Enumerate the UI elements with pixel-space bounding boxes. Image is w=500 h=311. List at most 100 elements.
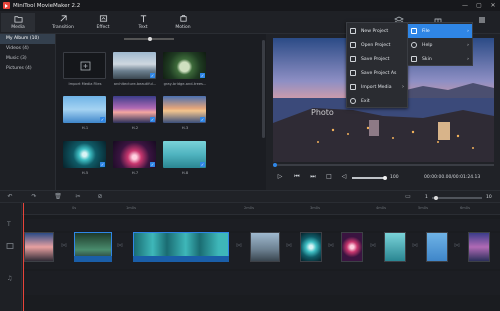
motion-icon	[179, 14, 187, 22]
ruler-tick: 6m0s	[460, 206, 470, 210]
timeline-tracks	[22, 215, 500, 311]
thumbnail-zoom-handle[interactable]	[148, 36, 152, 41]
close-button[interactable]: ✕	[486, 0, 500, 11]
media-thumb-h5[interactable]: ✓	[63, 141, 106, 168]
sidebar-item-videos[interactable]: Videos (4)	[0, 44, 55, 54]
submenu-skin[interactable]: Skin ›	[408, 52, 472, 66]
menu-import-media[interactable]: Import Media ›	[347, 81, 407, 93]
media-thumb-h1[interactable]: ✓	[63, 96, 106, 123]
selected-check-icon[interactable]: ✓	[200, 73, 205, 78]
media-caption: H-2	[131, 126, 139, 130]
media-caption: Import Media Files	[68, 82, 102, 86]
timeline-clip[interactable]	[426, 232, 448, 262]
media-thumb-gray-bridge[interactable]: ✓	[163, 52, 206, 79]
media-caption: H-7	[131, 171, 139, 175]
selected-check-icon[interactable]: ✓	[150, 117, 155, 122]
timeline-zoom-min: 1	[425, 195, 428, 200]
text-track[interactable]	[22, 219, 500, 231]
preview-progress-handle[interactable]	[273, 163, 277, 167]
media-thumb-h8[interactable]: ✓	[163, 141, 206, 168]
transition-slot-icon[interactable]: ⋈	[60, 242, 68, 252]
transition-slot-icon[interactable]: ⋈	[235, 242, 243, 252]
tab-effect[interactable]: Effect	[86, 13, 120, 32]
menu-icon[interactable]	[478, 16, 486, 24]
clip-duration-bar	[133, 256, 229, 262]
ruler-tick: 5m0s	[418, 206, 428, 210]
sidebar-item-music[interactable]: Music (3)	[0, 54, 55, 64]
chevron-right-icon: ›	[467, 56, 469, 62]
settings-submenu: File › Help › Skin ›	[407, 22, 473, 66]
timeline-zoom-max: 10	[486, 195, 492, 200]
selected-check-icon[interactable]: ✓	[150, 73, 155, 78]
preview-progress-track[interactable]	[273, 164, 494, 166]
transition-icon	[60, 15, 67, 22]
tab-text[interactable]: Text	[126, 13, 160, 32]
split-icon[interactable]: ✂	[74, 193, 82, 201]
timeline-clip[interactable]	[300, 232, 322, 262]
transition-slot-icon[interactable]: ⋈	[453, 242, 461, 252]
stop-icon[interactable]: □	[325, 173, 333, 181]
ruler-tick: 2m0s	[244, 206, 254, 210]
undo-icon[interactable]: ↶	[6, 193, 14, 201]
timeline-clip[interactable]	[384, 232, 406, 262]
selected-check-icon[interactable]: ✓	[150, 162, 155, 167]
redo-icon[interactable]: ↷	[30, 193, 38, 201]
tab-effect-label: Effect	[96, 25, 110, 30]
timeline-clip[interactable]	[468, 232, 490, 262]
media-thumb-h7[interactable]: ✓	[113, 141, 156, 168]
selected-check-icon[interactable]: ✓	[100, 162, 105, 167]
volume-handle[interactable]	[383, 175, 387, 180]
transition-slot-icon[interactable]: ⋈	[327, 242, 335, 252]
menu-save-project[interactable]: Save Project	[347, 53, 407, 65]
submenu-help[interactable]: Help ›	[408, 38, 472, 52]
media-scrollbar[interactable]	[262, 40, 265, 138]
selected-check-icon[interactable]: ✓	[100, 117, 105, 122]
timeline-toolbar: ↶ ↷ 🗑 ✂ ⊘ ▭ 1 10	[0, 190, 500, 203]
tab-media[interactable]: Media	[1, 13, 35, 32]
import-folder-icon	[80, 61, 91, 71]
tab-motion-label: Motion	[175, 25, 191, 30]
selected-check-icon[interactable]: ✓	[200, 162, 205, 167]
menu-exit[interactable]: Exit	[347, 95, 407, 107]
delete-icon[interactable]: 🗑	[54, 193, 62, 201]
menu-open-project[interactable]: Open Project	[347, 39, 407, 51]
playback-controls: ▷ ⏮ ⏭ □ ◁ 100	[266, 163, 500, 190]
timeline-zoom-handle[interactable]	[434, 195, 438, 200]
selected-check-icon[interactable]: ✓	[200, 117, 205, 122]
timeline-clip[interactable]	[250, 232, 280, 262]
volume-icon[interactable]: ◁	[340, 173, 348, 181]
maximize-button[interactable]: ▢	[472, 0, 486, 11]
transition-slot-icon[interactable]: ⋈	[116, 242, 124, 252]
transition-slot-icon[interactable]: ⋈	[369, 242, 377, 252]
chevron-right-icon: ›	[467, 42, 469, 48]
playhead[interactable]	[23, 203, 24, 311]
music-track[interactable]	[22, 271, 500, 295]
text-icon	[140, 15, 146, 23]
next-frame-icon[interactable]: ⏭	[309, 173, 317, 181]
zoom-fit-icon[interactable]: ▭	[404, 193, 412, 201]
play-icon[interactable]: ▷	[276, 173, 284, 181]
media-thumb-h3[interactable]: ✓	[163, 96, 206, 123]
timeline-clip[interactable]	[24, 232, 54, 262]
tab-transition[interactable]: Transition	[46, 13, 80, 32]
crop-icon[interactable]: ⊘	[96, 193, 104, 201]
transition-slot-icon[interactable]: ⋈	[285, 242, 293, 252]
minimize-button[interactable]: —	[458, 0, 472, 11]
sidebar-item-pictures[interactable]: Pictures (4)	[0, 64, 55, 74]
sidebar-item-my-album[interactable]: My Album (10)	[0, 34, 55, 44]
timeline-ruler[interactable]: 0s 1m0s 2m0s 3m0s 4m0s 5m0s 6m0s	[22, 203, 500, 215]
media-thumb-h2[interactable]: ✓	[113, 96, 156, 123]
prev-frame-icon[interactable]: ⏮	[293, 173, 301, 181]
track-headers: T ♫	[0, 203, 22, 311]
volume-slider[interactable]	[352, 177, 386, 179]
import-media-tile[interactable]	[63, 52, 106, 79]
tab-motion[interactable]: Motion	[166, 13, 200, 32]
media-caption: H-8	[181, 171, 189, 175]
submenu-file[interactable]: File ›	[408, 24, 472, 38]
media-thumb-architecture[interactable]: ✓	[113, 52, 156, 79]
timeline-clip[interactable]	[341, 232, 363, 262]
menu-save-project-as[interactable]: Save Project As	[347, 67, 407, 79]
transition-slot-icon[interactable]: ⋈	[411, 242, 419, 252]
timeline-zoom-slider[interactable]	[432, 197, 482, 199]
menu-new-project[interactable]: New Project	[347, 25, 407, 37]
